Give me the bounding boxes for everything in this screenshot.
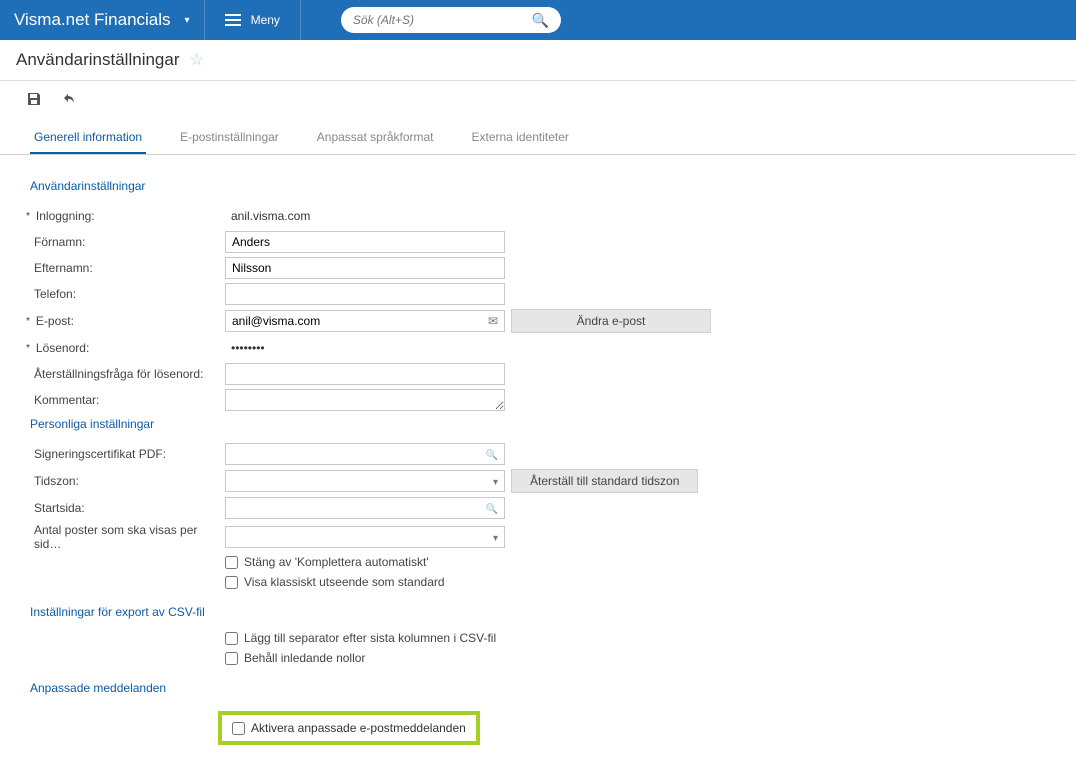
row-cb-separator: Lägg till separator efter sista kolumnen…: [225, 631, 1046, 645]
enable-custom-email-checkbox[interactable]: [232, 722, 245, 735]
firstname-input[interactable]: [225, 231, 505, 253]
tab-general[interactable]: Generell information: [30, 122, 146, 154]
highlight-box: Aktivera anpassade e-postmeddelanden: [218, 711, 480, 745]
row-firstname: Förnamn:: [30, 231, 1046, 253]
firstname-label: Förnamn:: [30, 235, 225, 249]
cert-input-wrap: [225, 443, 505, 465]
topbar-divider: [300, 0, 301, 40]
password-label: *Lösenord:: [30, 341, 225, 355]
row-cert: Signeringscertifikat PDF:: [30, 443, 1046, 465]
row-password: *Lösenord: ••••••••: [30, 337, 1046, 359]
tz-input[interactable]: [226, 474, 487, 488]
menu-button[interactable]: Meny: [205, 13, 300, 27]
cert-label: Signeringscertifikat PDF:: [30, 447, 225, 461]
row-cb-classic: Visa klassiskt utseende som standard: [225, 575, 1046, 589]
autocomplete-label: Stäng av 'Komplettera automatiskt': [244, 555, 429, 569]
zeros-label: Behåll inledande nollor: [244, 651, 365, 665]
search-box[interactable]: 🔍: [341, 7, 561, 33]
top-bar: Visma.net Financials ▾ Meny 🔍: [0, 0, 1076, 40]
toolbar: [0, 81, 1076, 122]
page-title: Användarinställningar: [16, 50, 180, 70]
lookup-icon[interactable]: [480, 501, 504, 515]
startpage-label: Startsida:: [30, 501, 225, 515]
comment-input[interactable]: [225, 389, 505, 411]
zeros-checkbox[interactable]: [225, 652, 238, 665]
chevron-down-icon[interactable]: [487, 530, 504, 544]
classic-checkbox[interactable]: [225, 576, 238, 589]
password-value: ••••••••: [225, 341, 265, 355]
tz-label: Tidszon:: [30, 474, 225, 488]
row-timezone: Tidszon: Återställ till standard tidszon: [30, 469, 1046, 493]
row-recovery: Återställningsfråga för lösenord:: [30, 363, 1046, 385]
phone-label: Telefon:: [30, 287, 225, 301]
row-cb-autocomplete: Stäng av 'Komplettera automatiskt': [225, 555, 1046, 569]
recovery-label: Återställningsfråga för lösenord:: [30, 367, 225, 381]
row-rows-per-page: Antal poster som ska visas per sid…: [30, 523, 1046, 551]
login-label: *Inloggning:: [30, 209, 225, 223]
rows-input[interactable]: [226, 530, 487, 544]
classic-label: Visa klassiskt utseende som standard: [244, 575, 445, 589]
form-area: Användarinställningar *Inloggning: anil.…: [0, 155, 1076, 763]
email-envelope-icon[interactable]: [482, 314, 504, 328]
row-cb-zeros: Behåll inledande nollor: [225, 651, 1046, 665]
section-csv-title: Inställningar för export av CSV-fil: [30, 605, 1046, 619]
search-icon[interactable]: 🔍: [531, 12, 548, 29]
rows-label: Antal poster som ska visas per sid…: [30, 523, 225, 551]
lastname-input[interactable]: [225, 257, 505, 279]
login-value: anil.visma.com: [225, 209, 310, 223]
row-phone: Telefon:: [30, 283, 1046, 305]
section-personal-title: Personliga inställningar: [30, 417, 1046, 431]
app-title: Visma.net Financials: [0, 10, 185, 30]
row-email: *E-post: Ändra e-post: [30, 309, 1046, 333]
row-comment: Kommentar:: [30, 389, 1046, 411]
chevron-down-icon[interactable]: [487, 474, 504, 488]
phone-input[interactable]: [225, 283, 505, 305]
startpage-input[interactable]: [226, 501, 480, 515]
lastname-label: Efternamn:: [30, 261, 225, 275]
tz-input-wrap: [225, 470, 505, 492]
row-startpage: Startsida:: [30, 497, 1046, 519]
separator-label: Lägg till separator efter sista kolumnen…: [244, 631, 496, 645]
tab-language[interactable]: Anpassat språkformat: [313, 122, 438, 154]
save-icon[interactable]: [26, 91, 42, 112]
app-chevron-icon[interactable]: ▾: [185, 15, 204, 26]
search-input[interactable]: [353, 13, 532, 27]
section-custom-msg-title: Anpassade meddelanden: [30, 681, 1046, 695]
cert-input[interactable]: [226, 447, 480, 461]
tab-bar: Generell information E-postinställningar…: [0, 122, 1076, 155]
tab-email[interactable]: E-postinställningar: [176, 122, 283, 154]
startpage-input-wrap: [225, 497, 505, 519]
row-login: *Inloggning: anil.visma.com: [30, 205, 1046, 227]
enable-custom-email-label: Aktivera anpassade e-postmeddelanden: [251, 721, 466, 735]
reset-tz-button[interactable]: Återställ till standard tidszon: [511, 469, 698, 493]
hamburger-icon: [225, 14, 241, 26]
recovery-input[interactable]: [225, 363, 505, 385]
email-input-wrap: [225, 310, 505, 332]
separator-checkbox[interactable]: [225, 632, 238, 645]
email-label: *E-post:: [30, 314, 225, 328]
autocomplete-checkbox[interactable]: [225, 556, 238, 569]
row-lastname: Efternamn:: [30, 257, 1046, 279]
menu-label: Meny: [251, 13, 280, 27]
favorite-star-icon[interactable]: ☆: [190, 50, 204, 70]
section-user-title: Användarinställningar: [30, 179, 1046, 193]
email-input[interactable]: [226, 314, 482, 328]
lookup-icon[interactable]: [480, 447, 504, 461]
tab-external[interactable]: Externa identiteter: [468, 122, 573, 154]
page-header: Användarinställningar ☆: [0, 40, 1076, 81]
rows-input-wrap: [225, 526, 505, 548]
comment-label: Kommentar:: [30, 393, 225, 407]
change-email-button[interactable]: Ändra e-post: [511, 309, 711, 333]
undo-icon[interactable]: [62, 91, 78, 112]
